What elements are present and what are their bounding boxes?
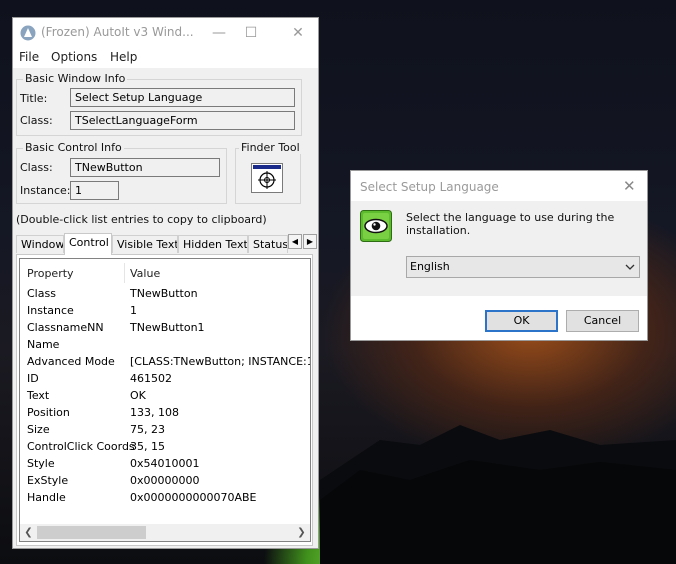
tab-window[interactable]: Window xyxy=(16,235,64,253)
list-item[interactable]: Size 75, 23 xyxy=(20,421,310,438)
property-value: 0x00000000 xyxy=(130,474,200,487)
chevron-down-icon xyxy=(625,264,635,270)
autoit-window-info: (Frozen) AutoIt v3 Wind... — ☐ ✕ File Op… xyxy=(12,17,319,549)
control-class-label: Class: xyxy=(20,161,53,174)
group-title: Basic Window Info xyxy=(23,72,128,85)
scroll-left-icon[interactable]: ❮ xyxy=(20,524,37,541)
column-header-property[interactable]: Property xyxy=(27,267,74,280)
ok-button[interactable]: OK xyxy=(485,310,558,332)
property-name: Position xyxy=(27,406,70,419)
setup-eye-icon xyxy=(360,210,392,242)
property-name: Instance xyxy=(27,304,74,317)
autoit-icon xyxy=(20,25,36,41)
scroll-thumb[interactable] xyxy=(37,526,146,539)
property-name: ClassnameNN xyxy=(27,321,104,334)
column-header-value[interactable]: Value xyxy=(130,267,160,280)
tab-scroll-right-icon[interactable]: ▶ xyxy=(303,234,317,249)
property-name: ExStyle xyxy=(27,474,69,487)
window-title: (Frozen) AutoIt v3 Wind... xyxy=(41,25,194,39)
property-name: Text xyxy=(27,389,50,402)
property-value: [CLASS:TNewButton; INSTANCE:1] xyxy=(130,355,311,368)
window-title-field[interactable]: Select Setup Language xyxy=(70,88,295,107)
tab-hidden-text[interactable]: Hidden Text xyxy=(178,235,248,253)
finder-tool-title: Finder Tool xyxy=(239,141,302,154)
column-divider[interactable] xyxy=(124,263,125,283)
tab-control[interactable]: Control xyxy=(64,233,112,255)
finder-tool-group: Finder Tool xyxy=(235,141,302,204)
property-value: TNewButton1 xyxy=(130,321,205,334)
tab-statusbar[interactable]: StatusBar xyxy=(248,235,288,253)
instance-field[interactable]: 1 xyxy=(70,181,119,200)
property-value: 35, 15 xyxy=(130,440,165,453)
class-label: Class: xyxy=(20,114,53,127)
list-item[interactable]: ID 461502 xyxy=(20,370,310,387)
menu-file[interactable]: File xyxy=(19,50,39,64)
list-item[interactable]: Class TNewButton xyxy=(20,285,310,302)
dialog-close-icon[interactable]: ✕ xyxy=(623,177,636,195)
list-item[interactable]: Text OK xyxy=(20,387,310,404)
window-class-field[interactable]: TSelectLanguageForm xyxy=(70,111,295,130)
dialog-message: Select the language to use during the in… xyxy=(406,211,615,237)
group-title: Basic Control Info xyxy=(23,141,124,154)
property-value: 461502 xyxy=(130,372,172,385)
property-value: 133, 108 xyxy=(130,406,179,419)
dialog-body: Select the language to use during the in… xyxy=(351,201,647,296)
finder-tool[interactable] xyxy=(251,163,283,193)
list-item[interactable]: Name xyxy=(20,336,310,353)
basic-control-info-group: Basic Control Info Class: TNewButton Ins… xyxy=(16,141,227,204)
list-item[interactable]: ClassnameNN TNewButton1 xyxy=(20,319,310,336)
maximize-button[interactable]: ☐ xyxy=(237,22,265,44)
control-tab-panel: Property Value Class TNewButton Instance 1 C… xyxy=(16,254,313,546)
scroll-right-icon[interactable]: ❯ xyxy=(293,524,310,541)
property-name: Style xyxy=(27,457,55,470)
crosshair-icon xyxy=(253,165,281,189)
title-bar[interactable]: (Frozen) AutoIt v3 Wind... — ☐ ✕ xyxy=(13,18,318,48)
property-name: ID xyxy=(27,372,39,385)
property-name: ControlClick Coords xyxy=(27,440,135,453)
basic-window-info-group: Basic Window Info Title: Select Setup La… xyxy=(16,72,302,136)
menu-options[interactable]: Options xyxy=(51,50,97,64)
property-value: TNewButton xyxy=(130,287,198,300)
list-header: Property Value xyxy=(20,259,310,283)
instance-label: Instance: xyxy=(20,184,71,197)
list-item[interactable]: ExStyle 0x00000000 xyxy=(20,472,310,489)
dialog-title: Select Setup Language xyxy=(360,180,499,194)
horizontal-scrollbar[interactable]: ❮ ❯ xyxy=(20,524,310,541)
property-value: OK xyxy=(130,389,146,402)
property-name: Handle xyxy=(27,491,66,504)
list-item[interactable]: Position 133, 108 xyxy=(20,404,310,421)
minimize-button[interactable]: — xyxy=(205,22,233,44)
cancel-button[interactable]: Cancel xyxy=(566,310,639,332)
list-item[interactable]: Advanced Mode [CLASS:TNewButton; INSTANCE… xyxy=(20,353,310,370)
property-name: Size xyxy=(27,423,50,436)
language-select[interactable]: English xyxy=(406,256,640,278)
property-name: Name xyxy=(27,338,60,351)
property-name: Class xyxy=(27,287,56,300)
control-class-field[interactable]: TNewButton xyxy=(70,158,220,177)
list-item[interactable]: ControlClick Coords 35, 15 xyxy=(20,438,310,455)
setup-language-dialog: Select Setup Language ✕ Select the langu… xyxy=(350,170,648,341)
property-value: 0x54010001 xyxy=(130,457,200,470)
close-button[interactable]: ✕ xyxy=(284,22,312,44)
menu-help[interactable]: Help xyxy=(110,50,137,64)
tab-visible-text[interactable]: Visible Text xyxy=(112,235,178,253)
property-value: 75, 23 xyxy=(130,423,165,436)
menu-bar: File Options Help xyxy=(13,48,318,68)
property-value: 0x0000000000070ABE xyxy=(130,491,257,504)
tab-strip: Window Control Visible Text Hidden Text … xyxy=(16,233,317,255)
property-name: Advanced Mode xyxy=(27,355,115,368)
language-select-value: English xyxy=(410,260,450,273)
properties-list[interactable]: Property Value Class TNewButton Instance 1 C… xyxy=(19,258,311,542)
list-item[interactable]: Style 0x54010001 xyxy=(20,455,310,472)
property-value: 1 xyxy=(130,304,137,317)
list-item[interactable]: Handle 0x0000000000070ABE xyxy=(20,489,310,506)
tab-scroll-left-icon[interactable]: ◀ xyxy=(288,234,302,249)
hint-text: (Double-click list entries to copy to cl… xyxy=(16,213,267,226)
title-label: Title: xyxy=(20,92,48,105)
list-item[interactable]: Instance 1 xyxy=(20,302,310,319)
